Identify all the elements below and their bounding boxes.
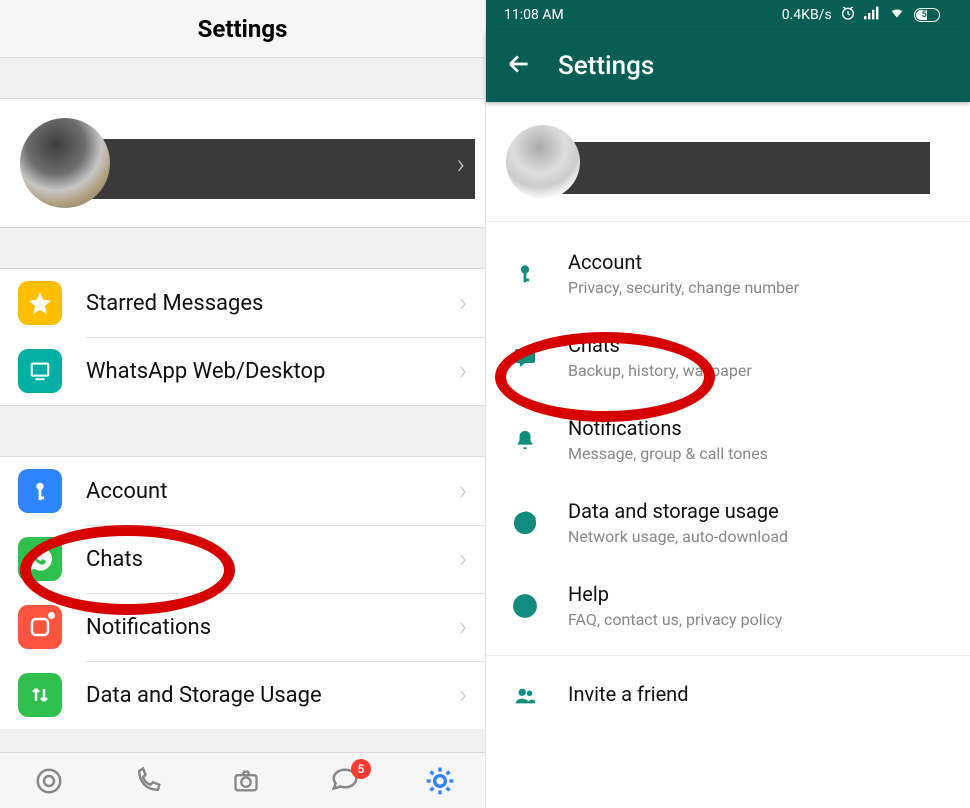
chevron-right-icon	[459, 612, 467, 642]
status-time: 11:08 AM	[504, 7, 564, 23]
row-title: Notifications	[568, 416, 768, 440]
row-account[interactable]: Account	[0, 457, 485, 525]
row-help[interactable]: Help FAQ, contact us, privacy policy	[486, 564, 970, 647]
settings-group-2: Account Chats Notifications Data and Sto…	[0, 456, 485, 729]
signal-icon	[864, 6, 880, 24]
avatar	[20, 118, 110, 208]
row-title: Help	[568, 582, 782, 606]
tab-bar: 5	[0, 752, 485, 808]
row-data-storage[interactable]: Data and storage usage Network usage, au…	[486, 481, 970, 564]
ios-settings-screen: Settings Starred Messages WhatsApp Web/D…	[0, 0, 485, 808]
tab-camera[interactable]	[226, 761, 266, 801]
row-account[interactable]: Account Privacy, security, change number	[486, 232, 970, 315]
key-icon	[510, 260, 540, 288]
battery-indicator: 51	[914, 8, 952, 22]
desktop-icon	[18, 349, 62, 393]
key-icon	[18, 469, 62, 513]
people-icon	[510, 685, 540, 707]
tab-status[interactable]	[29, 761, 69, 801]
row-whatsapp-web[interactable]: WhatsApp Web/Desktop	[0, 337, 485, 405]
chat-icon	[510, 345, 540, 369]
row-title: Chats	[568, 333, 752, 357]
row-title: Data and storage usage	[568, 499, 788, 523]
back-button[interactable]	[506, 51, 532, 81]
chevron-right-icon	[459, 476, 467, 506]
row-title: Account	[568, 250, 799, 274]
row-chats[interactable]: Chats	[0, 525, 485, 593]
whatsapp-icon	[18, 537, 62, 581]
tab-settings[interactable]	[424, 765, 456, 797]
wifi-icon	[888, 6, 906, 24]
alarm-icon	[840, 5, 856, 25]
avatar	[506, 125, 580, 199]
row-label: Account	[86, 479, 167, 504]
star-icon	[18, 281, 62, 325]
row-label: Starred Messages	[86, 291, 263, 316]
page-title: Settings	[558, 51, 654, 81]
row-notifications[interactable]: Notifications Message, group & call tone…	[486, 398, 970, 481]
app-bar: Settings	[486, 30, 970, 102]
row-label: Notifications	[86, 615, 211, 640]
chevron-right-icon	[459, 288, 467, 318]
row-subtitle: Network usage, auto-download	[568, 527, 788, 546]
chevron-right-icon	[459, 356, 467, 386]
chevron-right-icon	[457, 147, 465, 180]
settings-group-1: Starred Messages WhatsApp Web/Desktop	[0, 268, 485, 406]
android-settings-screen: 11:08 AM 0.4KB/s 51 Settings	[485, 0, 970, 808]
app-badge-icon	[18, 605, 62, 649]
chevron-right-icon	[459, 544, 467, 574]
bell-icon	[510, 427, 540, 453]
row-subtitle: Privacy, security, change number	[568, 278, 799, 297]
row-invite-friend[interactable]: Invite a friend	[486, 664, 970, 728]
profile-row[interactable]	[486, 102, 970, 222]
row-notifications[interactable]: Notifications	[0, 593, 485, 661]
redacted-name	[526, 142, 930, 194]
row-data-storage[interactable]: Data and Storage Usage	[0, 661, 485, 729]
page-title: Settings	[0, 0, 485, 58]
data-usage-icon	[510, 510, 540, 536]
row-starred-messages[interactable]: Starred Messages	[0, 269, 485, 337]
row-subtitle: Message, group & call tones	[568, 444, 768, 463]
title-text: Settings	[198, 15, 288, 43]
profile-row[interactable]	[0, 98, 485, 228]
row-subtitle: FAQ, contact us, privacy policy	[568, 610, 782, 629]
row-label: Data and Storage Usage	[86, 683, 322, 708]
tab-chats[interactable]: 5	[325, 761, 365, 801]
row-chats[interactable]: Chats Backup, history, wallpaper	[486, 315, 970, 398]
tab-calls[interactable]	[128, 761, 168, 801]
unread-badge: 5	[351, 759, 371, 779]
row-label: WhatsApp Web/Desktop	[86, 359, 325, 384]
row-label: Chats	[86, 547, 143, 572]
help-icon	[510, 593, 540, 619]
settings-list: Account Privacy, security, change number…	[486, 222, 970, 738]
status-bar: 11:08 AM 0.4KB/s 51	[486, 0, 970, 30]
data-arrows-icon	[18, 673, 62, 717]
redacted-name	[50, 139, 475, 199]
row-title: Invite a friend	[568, 682, 689, 706]
chevron-right-icon	[459, 680, 467, 710]
row-subtitle: Backup, history, wallpaper	[568, 361, 752, 380]
status-speed: 0.4KB/s	[782, 7, 832, 23]
